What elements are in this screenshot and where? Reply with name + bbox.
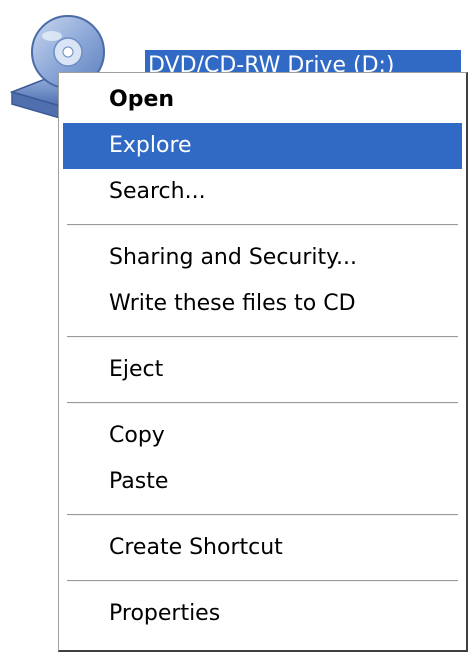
menu-item-eject[interactable]: Eject [63, 347, 462, 393]
menu-separator [63, 571, 462, 591]
menu-item-create-shortcut[interactable]: Create Shortcut [63, 525, 462, 571]
menu-item-write-to-cd[interactable]: Write these files to CD [63, 281, 462, 327]
menu-item-paste[interactable]: Paste [63, 459, 462, 505]
menu-item-open[interactable]: Open [63, 77, 462, 123]
menu-item-search[interactable]: Search... [63, 169, 462, 215]
menu-item-properties[interactable]: Properties [63, 591, 462, 637]
menu-item-copy[interactable]: Copy [63, 413, 462, 459]
menu-separator [63, 505, 462, 525]
context-menu: Open Explore Search... Sharing and Secur… [58, 72, 468, 652]
menu-separator [63, 393, 462, 413]
menu-separator [63, 327, 462, 347]
menu-separator [63, 215, 462, 235]
menu-item-explore[interactable]: Explore [63, 123, 462, 169]
menu-item-sharing-and-security[interactable]: Sharing and Security... [63, 235, 462, 281]
